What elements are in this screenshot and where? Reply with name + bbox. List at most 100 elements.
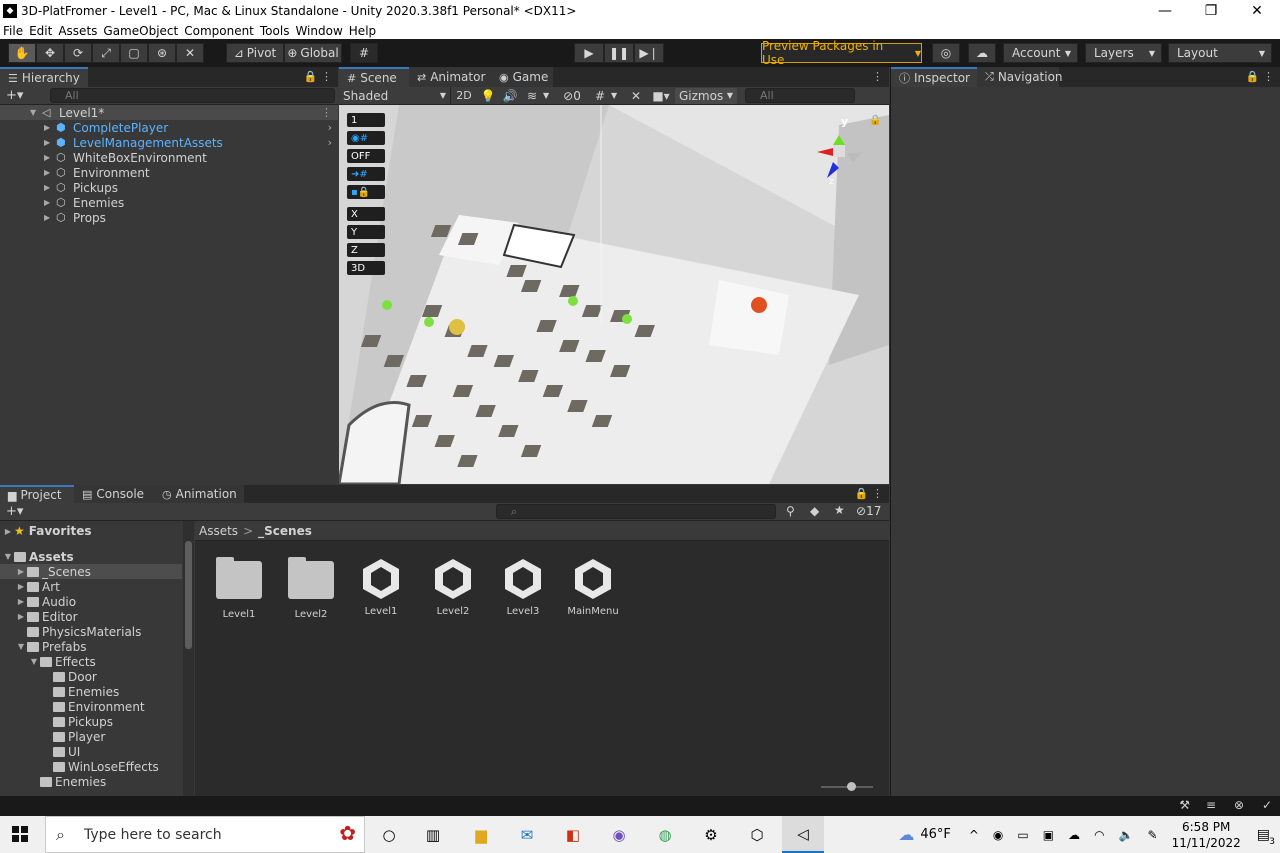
expand-arrow-icon[interactable]: ▼ bbox=[2, 552, 14, 561]
tab-project[interactable]: ▆ Project bbox=[0, 485, 74, 503]
favorite-star-icon[interactable]: ★ bbox=[834, 503, 845, 517]
lock-icon[interactable]: 🔒 ⋮ bbox=[1246, 70, 1274, 83]
preview-packages-button[interactable]: Preview Packages in Use ▼ bbox=[761, 39, 922, 67]
overlay-x-button[interactable]: X bbox=[347, 207, 385, 221]
hierarchy-item[interactable]: ▶ ⬡ WhiteBoxEnvironment bbox=[0, 150, 338, 165]
pause-button[interactable]: ❚❚ bbox=[604, 43, 634, 63]
discord-icon[interactable]: ◉ bbox=[608, 824, 630, 846]
settings-gear-icon[interactable]: ⚙ bbox=[700, 824, 722, 846]
expand-arrow-icon[interactable]: ▶ bbox=[2, 527, 14, 536]
expand-arrow-icon[interactable]: ▶ bbox=[15, 567, 27, 576]
collab-button[interactable]: ◎ bbox=[932, 43, 960, 63]
menu-edit[interactable]: Edit bbox=[29, 24, 52, 38]
close-button[interactable]: ✕ bbox=[1234, 0, 1280, 22]
favorites-row[interactable]: ▶ ★ Favorites bbox=[0, 521, 182, 541]
lock-icon[interactable]: 🔒 bbox=[869, 115, 881, 126]
project-tree-item[interactable]: WinLoseEffects bbox=[0, 759, 182, 774]
bug-icon[interactable]: ⚒ bbox=[1179, 798, 1190, 812]
expand-arrow-icon[interactable]: ▶ bbox=[15, 612, 27, 621]
menu-file[interactable]: File bbox=[3, 24, 23, 38]
project-tree-item[interactable]: Environment bbox=[0, 699, 182, 714]
check-icon[interactable]: ✓ bbox=[1262, 798, 1272, 812]
effects-toggle[interactable]: ≋ bbox=[521, 89, 543, 103]
expand-arrow-icon[interactable]: ▶ bbox=[44, 123, 56, 132]
windows-start-icon[interactable] bbox=[12, 826, 28, 842]
project-tree-item[interactable]: ▼ Assets bbox=[0, 549, 182, 564]
record-icon[interactable]: ◉ bbox=[993, 828, 1003, 842]
project-search-input[interactable]: ⌕ bbox=[496, 504, 776, 519]
menu-gameobject[interactable]: GameObject bbox=[103, 24, 178, 38]
project-tree-item[interactable]: ▶ Audio bbox=[0, 594, 182, 609]
hierarchy-search-input[interactable]: All bbox=[50, 88, 335, 103]
rotate-tool-button[interactable]: ⟳ bbox=[64, 43, 92, 63]
battery-icon[interactable]: ▭ bbox=[1017, 828, 1028, 842]
step-button[interactable]: ▶❘ bbox=[634, 43, 664, 63]
weather-temp[interactable]: 46°F bbox=[920, 827, 951, 842]
more-icon[interactable]: ⋮ bbox=[872, 70, 883, 83]
menu-help[interactable]: Help bbox=[349, 24, 376, 38]
project-tree-item[interactable]: ▶ _Scenes bbox=[0, 564, 182, 579]
project-tree-item[interactable]: ▼ Effects bbox=[0, 654, 182, 669]
asset-scene[interactable]: MainMenu bbox=[563, 559, 623, 617]
lighting-toggle[interactable]: 💡 bbox=[477, 89, 499, 103]
lock-icon[interactable]: 🔒 ⋮ bbox=[304, 70, 332, 83]
hierarchy-item[interactable]: ▶ ⬢ CompletePlayer › bbox=[0, 120, 338, 135]
transform-tool-button[interactable]: ⊛ bbox=[148, 43, 176, 63]
grid-dropdown[interactable]: ▼ bbox=[611, 91, 625, 100]
asset-folder[interactable]: Level2 bbox=[281, 557, 341, 620]
menu-assets[interactable]: Assets bbox=[58, 24, 97, 38]
custom-tool-button[interactable]: ✕ bbox=[176, 43, 204, 63]
menu-tools[interactable]: Tools bbox=[260, 24, 290, 38]
asset-scene[interactable]: Level1 bbox=[351, 559, 411, 617]
office-icon[interactable]: ◧ bbox=[562, 824, 584, 846]
expand-arrow-icon[interactable]: ▶ bbox=[44, 138, 56, 147]
overlay-y-button[interactable]: Y bbox=[347, 225, 385, 239]
account-dropdown[interactable]: Account ▼ bbox=[1003, 43, 1078, 63]
project-tree-item[interactable]: Enemies bbox=[0, 684, 182, 699]
chevron-right-icon[interactable]: › bbox=[328, 136, 332, 149]
notification-icon[interactable]: ▤ 3 bbox=[1257, 827, 1275, 847]
chevron-up-icon[interactable]: ^ bbox=[969, 828, 979, 842]
autogenerate-lighting-icon[interactable]: ⊗ bbox=[1234, 798, 1244, 812]
grid-snap-button[interactable]: # bbox=[350, 43, 378, 63]
expand-arrow-icon[interactable]: ▶ bbox=[44, 153, 56, 162]
hidden-objects-toggle[interactable]: ⊘0 bbox=[555, 89, 589, 103]
expand-arrow-icon[interactable]: ▶ bbox=[44, 213, 56, 222]
breadcrumb-scenes[interactable]: _Scenes bbox=[258, 524, 312, 538]
overlay-lock-button[interactable]: ▪🔒 bbox=[347, 185, 385, 199]
breadcrumb-assets[interactable]: Assets bbox=[199, 524, 238, 538]
tree-scrollbar[interactable] bbox=[183, 521, 194, 796]
effects-dropdown[interactable]: ▼ bbox=[543, 91, 555, 100]
pen-icon[interactable]: ✎ bbox=[1148, 828, 1158, 842]
overlay-off-button[interactable]: OFF bbox=[347, 149, 385, 163]
meet-icon[interactable]: ▣ bbox=[1043, 828, 1054, 842]
scrollbar-thumb[interactable] bbox=[185, 541, 192, 649]
tab-animator[interactable]: ⇄ Animator bbox=[409, 67, 491, 87]
gizmos-dropdown[interactable]: Gizmos ▼ bbox=[675, 87, 737, 104]
grid-toggle[interactable]: # bbox=[589, 89, 611, 103]
play-button[interactable]: ▶ bbox=[574, 43, 604, 63]
more-icon[interactable]: ⋮ bbox=[321, 106, 332, 119]
expand-arrow-icon[interactable]: ▼ bbox=[30, 108, 42, 117]
chrome-icon[interactable]: ◍ bbox=[654, 824, 676, 846]
expand-arrow-icon[interactable]: ▼ bbox=[15, 642, 27, 651]
cloud-button[interactable]: ☁ bbox=[968, 43, 996, 63]
overlay-button-1[interactable]: 1 bbox=[347, 113, 385, 127]
overlay-visibility-button[interactable]: ◉# bbox=[347, 131, 385, 145]
hierarchy-item[interactable]: ▶ ⬡ Enemies bbox=[0, 195, 338, 210]
tab-hierarchy[interactable]: ☰ Hierarchy bbox=[0, 67, 88, 87]
zoom-slider[interactable] bbox=[821, 782, 873, 791]
overlay-z-button[interactable]: Z bbox=[347, 243, 385, 257]
shading-dropdown[interactable]: Shaded ▼ bbox=[339, 86, 451, 105]
overlay-snap-button[interactable]: ➜# bbox=[347, 167, 385, 181]
scene-viewport[interactable]: 1 ◉# OFF ➜# ▪🔒 X Y Z 3D y z 🔒 bbox=[339, 105, 889, 484]
asset-scene[interactable]: Level3 bbox=[493, 559, 553, 617]
tab-inspector[interactable]: ⓘ Inspector bbox=[891, 67, 977, 87]
project-tree-item[interactable]: Pickups bbox=[0, 714, 182, 729]
asset-folder[interactable]: Level1 bbox=[209, 557, 269, 620]
project-tree-item[interactable]: ▼ Prefabs bbox=[0, 639, 182, 654]
zoom-slider-knob[interactable] bbox=[847, 782, 856, 791]
menu-component[interactable]: Component bbox=[184, 24, 254, 38]
layers-dropdown[interactable]: Layers ▼ bbox=[1085, 43, 1162, 63]
lock-icon[interactable]: 🔒 ⋮ bbox=[855, 487, 883, 500]
